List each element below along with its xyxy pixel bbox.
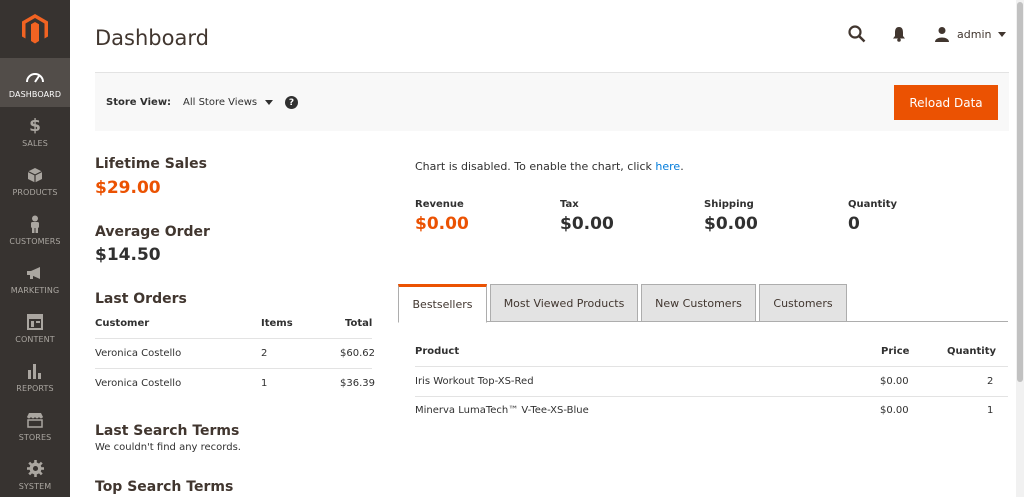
bestsellers-col-price: Price xyxy=(881,346,910,357)
chart-message-text: Chart is disabled. To enable the chart, … xyxy=(415,160,652,173)
nav-system[interactable]: System xyxy=(0,450,70,497)
lifetime-sales-value: $29.00 xyxy=(95,178,161,198)
nav-content[interactable]: Content xyxy=(0,303,70,352)
bestseller-price: $0.00 xyxy=(880,376,909,387)
tab-bestsellers[interactable]: Bestsellers xyxy=(398,284,487,323)
chevron-down-icon xyxy=(998,31,1007,37)
shipping-label: Shipping xyxy=(704,199,754,210)
nav-reports-label: Reports xyxy=(16,383,54,393)
nav-products[interactable]: Products xyxy=(0,156,70,205)
tab-label: Customers xyxy=(773,296,833,310)
layout-icon xyxy=(27,312,43,332)
quantity-value: 0 xyxy=(848,214,860,234)
tab-customers[interactable]: Customers xyxy=(759,284,847,322)
store-view-label: Store View: xyxy=(106,97,172,108)
bestseller-product[interactable]: Minerva LumaTech™ V-Tee-XS-Blue xyxy=(415,405,589,416)
tab-new-customers[interactable]: New Customers xyxy=(641,284,756,322)
global-search-button[interactable] xyxy=(848,25,866,47)
last-orders-col-total: Total xyxy=(345,318,373,329)
nav-sales[interactable]: $ Sales xyxy=(0,107,70,156)
bar-chart-icon xyxy=(27,361,43,381)
last-orders-col-items: Items xyxy=(261,318,293,329)
revenue-value: $0.00 xyxy=(415,214,469,234)
revenue-label: Revenue xyxy=(415,199,464,210)
dashboard-icon xyxy=(26,67,44,87)
notifications-button[interactable] xyxy=(892,26,906,46)
order-customer[interactable]: Veronica Costello xyxy=(95,348,181,359)
bestsellers-col-quantity: Quantity xyxy=(947,346,996,357)
storefront-icon xyxy=(26,410,44,430)
nav-marketing[interactable]: Marketing xyxy=(0,254,70,303)
last-search-terms-empty: We couldn't find any records. xyxy=(95,442,241,453)
admin-sidebar: Dashboard $ Sales Products Customers Mar… xyxy=(0,0,70,497)
order-customer[interactable]: Veronica Costello xyxy=(95,378,181,389)
store-view-value: All Store Views xyxy=(183,97,258,108)
last-orders-title: Last Orders xyxy=(95,291,187,307)
quantity-label: Quantity xyxy=(848,199,897,210)
store-view-bar: Store View: All Store Views ? Reload Dat… xyxy=(95,72,1009,131)
order-total: $36.39 xyxy=(340,378,375,389)
bell-icon xyxy=(893,27,905,42)
divider xyxy=(415,396,1008,397)
average-order-value: $14.50 xyxy=(95,245,161,265)
lifetime-sales-label: Lifetime Sales xyxy=(95,156,207,172)
top-search-terms-title: Top Search Terms xyxy=(95,479,234,495)
last-orders-col-customer: Customer xyxy=(95,318,150,329)
enable-chart-link[interactable]: here xyxy=(655,160,680,173)
bestseller-product[interactable]: Iris Workout Top-XS-Red xyxy=(415,376,534,387)
nav-content-label: Content xyxy=(15,334,55,344)
gear-icon xyxy=(26,459,44,479)
reload-data-button[interactable]: Reload Data xyxy=(894,85,998,120)
nav-sales-label: Sales xyxy=(22,138,48,148)
magento-logo[interactable] xyxy=(0,0,70,58)
tax-value: $0.00 xyxy=(560,214,614,234)
nav-products-label: Products xyxy=(12,187,58,197)
order-total: $60.62 xyxy=(340,348,375,359)
bestseller-quantity: 1 xyxy=(987,405,994,416)
scrollbar-thumb[interactable] xyxy=(1017,2,1023,382)
admin-user-menu[interactable]: admin xyxy=(934,26,1007,42)
search-icon xyxy=(848,25,866,43)
divider xyxy=(415,366,1008,367)
divider xyxy=(95,368,372,369)
last-search-terms-title: Last Search Terms xyxy=(95,423,240,439)
bestseller-price: $0.00 xyxy=(880,405,909,416)
chart-message-suffix: . xyxy=(680,160,684,173)
bestsellers-col-product: Product xyxy=(415,346,460,357)
dollar-icon: $ xyxy=(29,115,41,136)
cube-icon xyxy=(27,165,43,185)
nav-stores[interactable]: Stores xyxy=(0,401,70,450)
nav-marketing-label: Marketing xyxy=(10,285,60,295)
nav-dashboard[interactable]: Dashboard xyxy=(0,58,70,107)
order-items: 2 xyxy=(261,348,268,359)
tax-label: Tax xyxy=(560,199,579,210)
nav-system-label: System xyxy=(18,481,52,491)
store-view-switcher[interactable]: All Store Views xyxy=(183,97,274,108)
nav-customers-label: Customers xyxy=(9,236,61,246)
bestseller-quantity: 2 xyxy=(987,376,994,387)
user-icon xyxy=(935,27,949,42)
divider xyxy=(95,338,372,339)
help-icon[interactable]: ? xyxy=(285,96,298,109)
nav-stores-label: Stores xyxy=(18,432,52,442)
tab-label: New Customers xyxy=(655,296,742,310)
tab-label: Bestsellers xyxy=(412,298,473,311)
tab-most-viewed-products[interactable]: Most Viewed Products xyxy=(490,284,638,322)
chart-disabled-message: Chart is disabled. To enable the chart, … xyxy=(415,160,684,173)
nav-reports[interactable]: Reports xyxy=(0,352,70,401)
order-items: 1 xyxy=(261,378,268,389)
average-order-label: Average Order xyxy=(95,224,210,240)
page-scrollbar[interactable] xyxy=(1016,0,1024,497)
shipping-value: $0.00 xyxy=(704,214,758,234)
nav-customers[interactable]: Customers xyxy=(0,205,70,254)
megaphone-icon xyxy=(26,263,44,283)
admin-username: admin xyxy=(957,27,992,41)
chevron-down-icon xyxy=(265,100,274,105)
tab-label: Most Viewed Products xyxy=(503,296,625,310)
person-icon xyxy=(29,214,41,234)
magento-logo-icon xyxy=(22,14,48,44)
nav-dashboard-label: Dashboard xyxy=(8,89,62,99)
page-title: Dashboard xyxy=(95,26,209,50)
